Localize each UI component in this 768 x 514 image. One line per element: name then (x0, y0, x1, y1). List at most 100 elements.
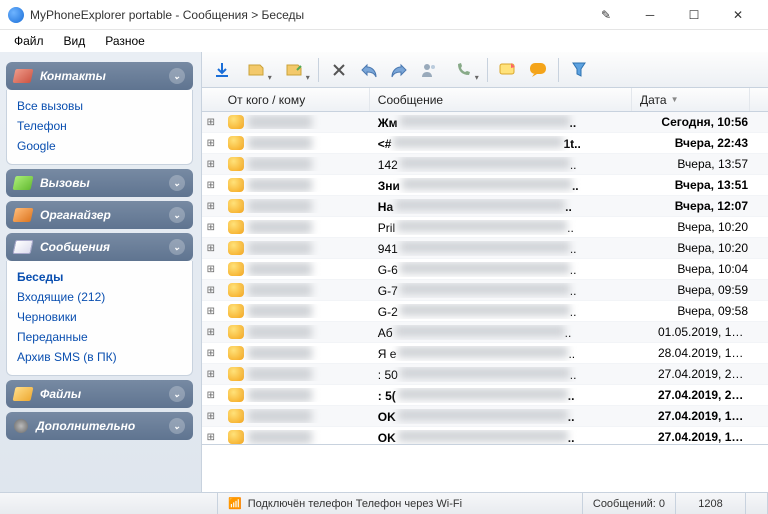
forward-icon[interactable] (385, 56, 413, 84)
panel-label: Файлы (40, 387, 81, 401)
cell-message: OK.. (370, 409, 650, 424)
expand-icon[interactable]: ⊞ (202, 138, 220, 149)
expand-icon[interactable]: ⊞ (202, 222, 220, 233)
cell-date: 27.04.2019, 22:36 (650, 388, 768, 402)
expand-icon[interactable]: ⊞ (202, 180, 220, 191)
table-row[interactable]: ⊞XXXXXXXXG-6..Вчера, 10:04 (202, 259, 768, 280)
panel-more[interactable]: Дополнительно⌄ (6, 412, 193, 440)
panel-messages[interactable]: Сообщения⌄ (6, 233, 193, 261)
panel-contacts[interactable]: Контакты⌄ (6, 62, 193, 90)
cell-date: Сегодня, 10:56 (650, 115, 768, 129)
col-message[interactable]: Сообщение (370, 88, 632, 111)
table-row[interactable]: ⊞XXXXXXXXНа..Вчера, 12:07 (202, 196, 768, 217)
expand-icon[interactable]: ⊞ (202, 264, 220, 275)
expand-icon[interactable]: ⊞ (202, 411, 220, 422)
app-icon (8, 7, 24, 23)
panel-files[interactable]: Файлы⌄ (6, 380, 193, 408)
expand-icon[interactable]: ⊞ (202, 285, 220, 296)
table-row[interactable]: ⊞XXXXXXXXG-2..Вчера, 09:58 (202, 301, 768, 322)
table-row[interactable]: ⊞XXXXXXXX<#1t..Вчера, 22:43 (202, 133, 768, 154)
expand-icon[interactable]: ⊞ (202, 306, 220, 317)
message-table[interactable]: От кого / кому Сообщение Дата▼ ⊞XXXXXXXX… (202, 88, 768, 444)
expand-icon[interactable]: ⊞ (202, 117, 220, 128)
cell-message: : 5(.. (370, 388, 650, 403)
cell-from: XXXXXXXX (220, 178, 370, 192)
table-row[interactable]: ⊞XXXXXXXX142..Вчера, 13:57 (202, 154, 768, 175)
cell-message: Pril.. (370, 220, 650, 235)
cell-from: XXXXXXXX (220, 346, 370, 360)
download-icon[interactable] (208, 56, 236, 84)
sidebar-item-threads[interactable]: Беседы (17, 267, 182, 287)
cell-from: XXXXXXXX (220, 283, 370, 297)
table-row[interactable]: ⊞XXXXXXXXЖм..Сегодня, 10:56 (202, 112, 768, 133)
maximize-button[interactable]: ☐ (672, 0, 716, 30)
expand-icon[interactable]: ⊞ (202, 243, 220, 254)
edit-window-icon[interactable]: ✎ (584, 0, 628, 30)
col-from[interactable]: От кого / кому (220, 88, 370, 111)
sidebar-item-drafts[interactable]: Черновики (17, 307, 182, 327)
table-row[interactable]: ⊞XXXXXXXXOK..27.04.2019, 14:26 (202, 427, 768, 444)
expand-icon[interactable]: ⊞ (202, 390, 220, 401)
table-row[interactable]: ⊞XXXXXXXX: 5(..27.04.2019, 22:36 (202, 385, 768, 406)
message-preview[interactable] (202, 444, 768, 492)
table-row[interactable]: ⊞XXXXXXXXАб..01.05.2019, 15:11 (202, 322, 768, 343)
panel-label: Сообщения (40, 240, 110, 254)
panel-organizer[interactable]: Органайзер⌄ (6, 201, 193, 229)
table-row[interactable]: ⊞XXXXXXXXЯ е..28.04.2019, 16:09 (202, 343, 768, 364)
panel-label: Вызовы (40, 176, 90, 190)
cell-from: XXXXXXXX (220, 304, 370, 318)
message-bubble-icon (228, 199, 244, 213)
panel-contacts-body: Все вызовы Телефон Google (6, 90, 193, 165)
sidebar-item-google[interactable]: Google (17, 136, 182, 156)
expand-icon[interactable]: ⊞ (202, 201, 220, 212)
table-row[interactable]: ⊞XXXXXXXXPril..Вчера, 10:20 (202, 217, 768, 238)
table-row[interactable]: ⊞XXXXXXXXG-7..Вчера, 09:59 (202, 280, 768, 301)
sidebar-item-phone[interactable]: Телефон (17, 116, 182, 136)
sidebar-item-sent[interactable]: Переданные (17, 327, 182, 347)
expand-icon[interactable]: ⊞ (202, 432, 220, 443)
table-row[interactable]: ⊞XXXXXXXXOK..27.04.2019, 14:16 (202, 406, 768, 427)
cell-message: G-7.. (370, 283, 650, 298)
cell-message: OK.. (370, 430, 650, 445)
cell-date: Вчера, 09:59 (650, 283, 768, 297)
status-resize-grip[interactable] (746, 493, 768, 514)
table-row[interactable]: ⊞XXXXXXXXЗни..Вчера, 13:51 (202, 175, 768, 196)
col-expand[interactable] (202, 88, 220, 111)
col-date[interactable]: Дата▼ (632, 88, 750, 111)
message-bubble-icon (228, 367, 244, 381)
menu-view[interactable]: Вид (56, 32, 94, 50)
cell-message: На.. (370, 199, 650, 214)
table-row[interactable]: ⊞XXXXXXXX941..Вчера, 10:20 (202, 238, 768, 259)
expand-icon[interactable]: ⊞ (202, 348, 220, 359)
new-message-icon[interactable] (494, 56, 522, 84)
minimize-button[interactable]: ─ (628, 0, 672, 30)
chat-icon[interactable] (524, 56, 552, 84)
menu-file[interactable]: Файл (6, 32, 52, 50)
sidebar-item-archive[interactable]: Архив SMS (в ПК) (17, 347, 182, 367)
delete-icon[interactable] (325, 56, 353, 84)
sidebar-item-all-calls[interactable]: Все вызовы (17, 96, 182, 116)
menu-misc[interactable]: Разное (97, 32, 153, 50)
expand-icon[interactable]: ⊞ (202, 369, 220, 380)
organizer-icon (13, 208, 34, 222)
expand-icon[interactable]: ⊞ (202, 327, 220, 338)
expand-icon[interactable]: ⊞ (202, 159, 220, 170)
message-bubble-icon (228, 304, 244, 318)
contact-icon[interactable] (415, 56, 443, 84)
reply-icon[interactable] (355, 56, 383, 84)
cell-date: 27.04.2019, 14:26 (650, 430, 768, 444)
sidebar-item-inbox[interactable]: Входящие (212) (17, 287, 182, 307)
cell-from: XXXXXXXX (220, 430, 370, 444)
table-row[interactable]: ⊞XXXXXXXX: 50..27.04.2019, 22:40 (202, 364, 768, 385)
filter-icon[interactable] (565, 56, 593, 84)
chevron-icon: ⌄ (169, 68, 185, 84)
cell-from: XXXXXXXX (220, 388, 370, 402)
panel-calls[interactable]: Вызовы⌄ (6, 169, 193, 197)
close-button[interactable]: ✕ (716, 0, 760, 30)
import-icon[interactable] (238, 56, 274, 84)
message-bubble-icon (228, 241, 244, 255)
cell-from: XXXXXXXX (220, 220, 370, 234)
status-left (0, 493, 218, 514)
export-icon[interactable] (276, 56, 312, 84)
call-icon[interactable] (445, 56, 481, 84)
